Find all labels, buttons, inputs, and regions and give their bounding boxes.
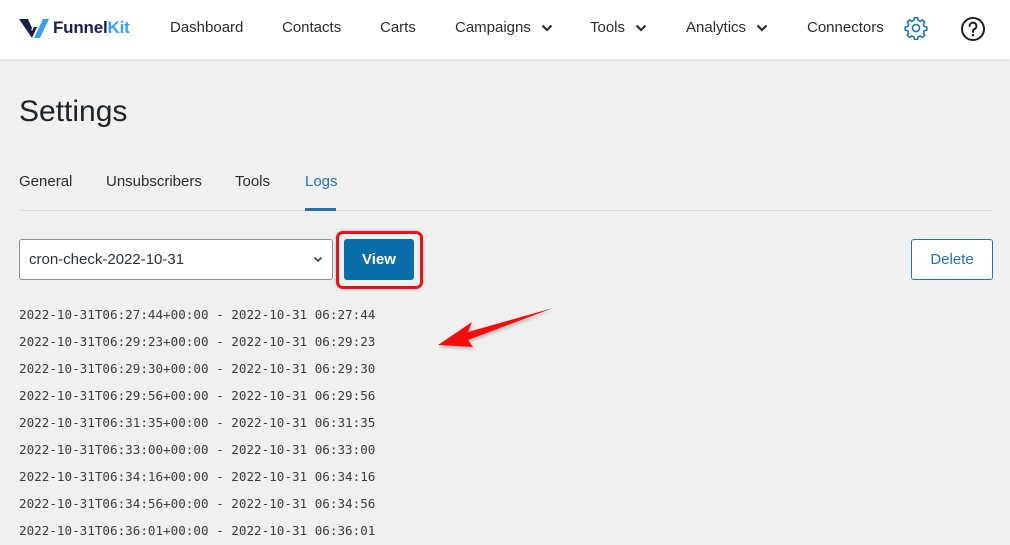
nav-label: Tools [590, 19, 626, 36]
tab-tools[interactable]: Tools [235, 173, 270, 190]
log-output: 2022-10-31T06:27:44+00:00 - 2022-10-31 0… [19, 306, 375, 545]
nav-label: Campaigns [455, 19, 531, 36]
active-tab-indicator [305, 208, 336, 211]
log-line: 2022-10-31T06:36:01+00:00 - 2022-10-31 0… [19, 523, 376, 538]
chevron-down-icon [541, 24, 553, 32]
chevron-down-icon [635, 24, 647, 32]
nav-label: Connectors [807, 19, 884, 36]
log-line: 2022-10-31T06:34:16+00:00 - 2022-10-31 0… [19, 469, 376, 484]
nav-label: Contacts [282, 19, 342, 36]
log-file-select[interactable]: cron-check-2022-10-31 [19, 239, 333, 280]
tab-general[interactable]: General [19, 173, 72, 190]
nav-carts[interactable]: Carts [380, 19, 416, 36]
view-button[interactable]: View [344, 239, 414, 280]
log-line: 2022-10-31T06:31:35+00:00 - 2022-10-31 0… [19, 415, 376, 430]
help-circle-icon[interactable] [960, 16, 986, 42]
log-line: 2022-10-31T06:29:30+00:00 - 2022-10-31 0… [19, 361, 376, 376]
tab-unsubscribers[interactable]: Unsubscribers [106, 173, 202, 190]
brand-name: FunnelKit [53, 18, 130, 37]
nav-label: Dashboard [170, 19, 244, 36]
log-file-select-value: cron-check-2022-10-31 [29, 251, 185, 268]
nav-connectors[interactable]: Connectors [807, 19, 884, 36]
nav-analytics[interactable]: Analytics [686, 19, 768, 36]
chevron-down-icon [756, 24, 768, 32]
nav-contacts[interactable]: Contacts [282, 19, 341, 36]
log-line: 2022-10-31T06:27:44+00:00 - 2022-10-31 0… [19, 307, 376, 322]
page-title: Settings [19, 95, 128, 128]
log-line: 2022-10-31T06:33:00+00:00 - 2022-10-31 0… [19, 442, 376, 457]
delete-button[interactable]: Delete [911, 239, 993, 280]
log-line: 2022-10-31T06:29:56+00:00 - 2022-10-31 0… [19, 388, 376, 403]
top-navigation-bar: FunnelKit Dashboard Contacts Carts Campa… [0, 0, 1010, 60]
nav-dashboard[interactable]: Dashboard [170, 19, 243, 36]
log-line: 2022-10-31T06:29:23+00:00 - 2022-10-31 0… [19, 334, 376, 349]
tab-logs[interactable]: Logs [305, 173, 338, 190]
nav-label: Carts [380, 19, 416, 36]
tabs-divider [19, 210, 993, 211]
funnelkit-logo-icon [19, 19, 49, 38]
log-line: 2022-10-31T06:34:56+00:00 - 2022-10-31 0… [19, 496, 376, 511]
nav-campaigns[interactable]: Campaigns [455, 19, 553, 36]
chevron-down-icon [313, 256, 323, 263]
gear-icon[interactable] [904, 16, 928, 40]
nav-label: Analytics [686, 19, 747, 36]
annotation-arrow-icon [438, 308, 553, 347]
funnelkit-logo[interactable]: FunnelKit [19, 17, 130, 39]
nav-tools[interactable]: Tools [590, 19, 647, 36]
